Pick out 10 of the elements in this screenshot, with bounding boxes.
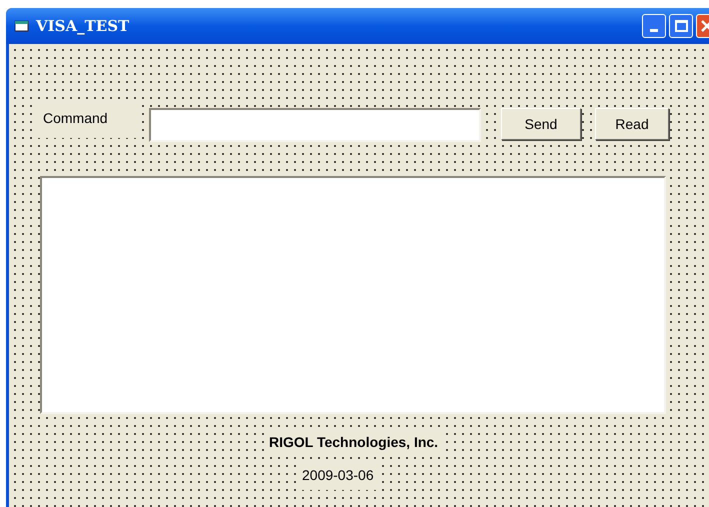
send-button[interactable]: Send — [501, 108, 581, 140]
command-field[interactable] — [149, 108, 481, 142]
close-icon — [700, 20, 709, 32]
form-icon — [14, 19, 30, 33]
minimize-icon — [650, 29, 658, 32]
read-button[interactable]: Read — [595, 108, 669, 140]
maximize-button[interactable] — [669, 14, 693, 38]
maximize-icon — [674, 20, 688, 32]
window-title: VISA_TEST — [36, 16, 130, 37]
minimize-button[interactable] — [642, 14, 666, 38]
